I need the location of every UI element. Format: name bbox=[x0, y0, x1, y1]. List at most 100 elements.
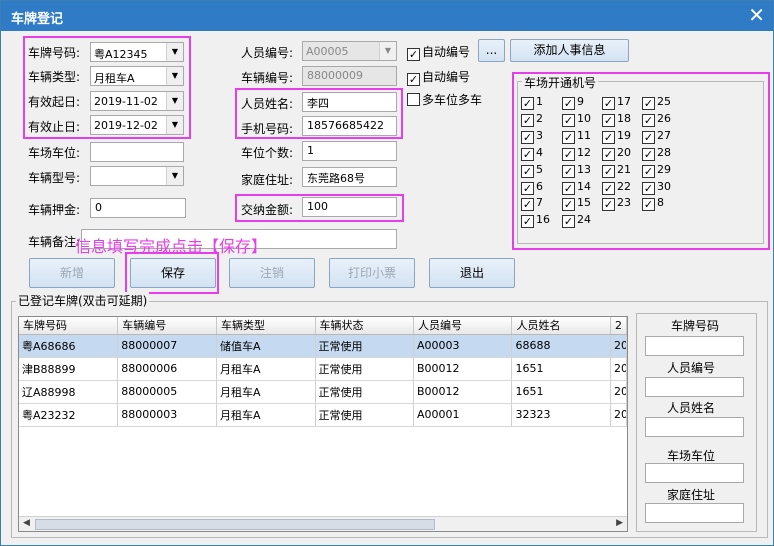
station-checkbox[interactable]: ✓ 3 bbox=[521, 129, 555, 145]
table-cell: 辽A88998 bbox=[19, 380, 119, 404]
table-cell: 粤A68686 bbox=[19, 334, 119, 358]
cancel-button[interactable]: 注销 bbox=[229, 258, 315, 288]
station-checkbox[interactable]: ✓ 6 bbox=[521, 180, 555, 196]
table-header: 车牌号码 车辆编号 车辆类型 车辆状态 人员编号 人员姓名 2 bbox=[19, 317, 627, 335]
column-header[interactable]: 车牌号码 bbox=[19, 317, 119, 335]
multi-car-checkbox[interactable]: 多车位多车 bbox=[407, 91, 482, 107]
vehicle-model-combo[interactable]: ▼ bbox=[90, 166, 184, 186]
search-space-input[interactable] bbox=[645, 463, 744, 483]
station-checkbox[interactable]: ✓ 2 bbox=[521, 112, 555, 128]
print-button[interactable]: 打印小票 bbox=[329, 258, 415, 288]
station-label: 19 bbox=[617, 128, 631, 142]
auto-number-checkbox-1[interactable]: ✓ 自动编号 bbox=[407, 43, 471, 61]
station-checkbox[interactable]: ✓ 28 bbox=[642, 146, 676, 162]
check-icon: ✓ bbox=[642, 113, 655, 127]
parking-space-input[interactable] bbox=[90, 142, 184, 162]
table-cell: A00001 bbox=[413, 403, 513, 427]
unchecked-box-icon bbox=[407, 93, 420, 106]
search-name-input[interactable] bbox=[645, 417, 744, 437]
search-plate-input[interactable] bbox=[645, 336, 744, 356]
station-checkbox[interactable]: ✓ 29 bbox=[642, 163, 676, 179]
check-icon: ✓ bbox=[642, 147, 655, 161]
deposit-label: 车辆押金: bbox=[28, 203, 81, 217]
station-label: 15 bbox=[577, 196, 591, 210]
column-header[interactable]: 车辆状态 bbox=[315, 317, 414, 335]
station-checkbox[interactable]: ✓ 22 bbox=[602, 180, 636, 196]
station-checkbox[interactable]: ✓ 9 bbox=[562, 95, 596, 111]
station-checkbox[interactable]: ✓ 27 bbox=[642, 129, 676, 145]
station-checkbox[interactable]: ✓ 26 bbox=[642, 112, 676, 128]
person-no-combo[interactable]: A00005 ▼ bbox=[302, 41, 397, 61]
chevron-down-icon[interactable]: ▼ bbox=[379, 42, 396, 60]
station-label: 29 bbox=[657, 162, 671, 176]
station-checkbox[interactable]: ✓ 25 bbox=[642, 95, 676, 111]
add-personnel-button[interactable]: 添加人事信息 bbox=[510, 39, 629, 62]
auto-number-checkbox-2[interactable]: ✓ 自动编号 bbox=[407, 68, 470, 86]
station-checkbox[interactable]: ✓ 11 bbox=[562, 129, 596, 145]
scroll-right-icon[interactable]: ▶ bbox=[616, 518, 623, 528]
station-checkbox[interactable]: ✓ 1 bbox=[521, 95, 555, 111]
column-header[interactable]: 车辆类型 bbox=[216, 317, 316, 335]
check-icon: ✓ bbox=[407, 73, 420, 86]
station-label: 1 bbox=[536, 95, 543, 108]
registered-plates-table[interactable]: 车牌号码 车辆编号 车辆类型 车辆状态 人员编号 人员姓名 2 粤A68686 8800000… bbox=[18, 316, 628, 532]
table-cell: 正常使用 bbox=[315, 403, 414, 427]
check-icon: ✓ bbox=[602, 198, 615, 212]
title-bar: 车牌登记 ✕ bbox=[1, 1, 773, 31]
search-name-label: 人员姓名 bbox=[666, 401, 715, 415]
table-cell: B00012 bbox=[413, 357, 513, 381]
column-header[interactable]: 人员姓名 bbox=[511, 317, 611, 335]
station-checkbox[interactable]: ✓ 15 bbox=[562, 196, 596, 212]
exit-button[interactable]: 退出 bbox=[429, 258, 515, 288]
search-address-input[interactable] bbox=[645, 503, 744, 523]
browse-button[interactable]: ... bbox=[478, 39, 505, 62]
address-input[interactable]: 东莞路68号 bbox=[302, 167, 397, 187]
station-checkbox[interactable]: ✓ 21 bbox=[602, 163, 636, 179]
deposit-input[interactable]: 0 bbox=[90, 198, 186, 218]
station-label: 5 bbox=[536, 162, 543, 176]
table-row[interactable]: 粤A6868688000007储值车A正常使用A000036868820 bbox=[19, 334, 627, 358]
station-checkbox[interactable]: ✓ 20 bbox=[602, 146, 636, 162]
table-row[interactable]: 粤A2323288000003月租车A正常使用A000013232320 bbox=[19, 403, 627, 427]
table-body: 粤A6868688000007储值车A正常使用A000036868820津B88… bbox=[19, 334, 627, 427]
chevron-down-icon[interactable]: ▼ bbox=[166, 167, 183, 185]
station-checkbox[interactable]: ✓ 8 bbox=[642, 196, 676, 212]
column-header[interactable]: 车辆编号 bbox=[117, 317, 218, 335]
table-row[interactable]: 辽A8899888000005月租车A正常使用B00012165120 bbox=[19, 380, 627, 404]
station-checkbox[interactable]: ✓ 23 bbox=[602, 196, 636, 212]
close-icon[interactable]: ✕ bbox=[748, 4, 765, 26]
station-checkbox[interactable]: ✓ 19 bbox=[602, 129, 636, 145]
table-cell: 月租车A bbox=[216, 357, 316, 381]
column-header[interactable]: 2 bbox=[610, 317, 627, 335]
station-checkbox[interactable]: ✓ 12 bbox=[562, 146, 596, 162]
station-checkbox[interactable]: ✓ 7 bbox=[521, 196, 555, 212]
auto-number-label-1: 自动编号 bbox=[422, 45, 471, 59]
multi-car-label: 多车位多车 bbox=[422, 93, 483, 107]
check-icon: ✓ bbox=[562, 130, 575, 144]
slots-input[interactable]: 1 bbox=[302, 141, 397, 161]
station-checkbox[interactable]: ✓ 14 bbox=[562, 180, 596, 196]
station-checkbox[interactable]: ✓ 4 bbox=[521, 146, 555, 162]
station-checkbox[interactable]: ✓ 13 bbox=[562, 163, 596, 179]
check-icon: ✓ bbox=[602, 113, 615, 127]
horizontal-scrollbar[interactable]: ◀ ▶ bbox=[19, 516, 627, 531]
station-checkbox[interactable]: ✓ 5 bbox=[521, 163, 555, 179]
station-checkbox[interactable]: ✓ 17 bbox=[602, 95, 636, 111]
station-checkbox[interactable]: ✓ 18 bbox=[602, 112, 636, 128]
vehicle-no-input[interactable]: 88000009 bbox=[302, 66, 397, 86]
check-icon: ✓ bbox=[642, 130, 655, 144]
station-checkbox[interactable]: ✓ 10 bbox=[562, 112, 596, 128]
station-label: 8 bbox=[657, 196, 664, 210]
check-icon: ✓ bbox=[521, 215, 534, 229]
station-checkbox[interactable]: ✓ 30 bbox=[642, 180, 676, 196]
scroll-left-icon[interactable]: ◀ bbox=[23, 518, 30, 528]
column-header[interactable]: 人员编号 bbox=[413, 317, 513, 335]
scroll-thumb[interactable] bbox=[35, 519, 435, 530]
station-label: 7 bbox=[536, 196, 543, 210]
search-address-label: 家庭住址 bbox=[666, 488, 715, 502]
search-person-no-input[interactable] bbox=[645, 377, 744, 397]
station-checkbox[interactable]: ✓ 24 bbox=[562, 213, 596, 229]
table-row[interactable]: 津B8889988000006月租车A正常使用B00012165120 bbox=[19, 357, 627, 381]
station-checkbox[interactable]: ✓ 16 bbox=[521, 213, 555, 229]
add-button[interactable]: 新增 bbox=[29, 258, 115, 288]
